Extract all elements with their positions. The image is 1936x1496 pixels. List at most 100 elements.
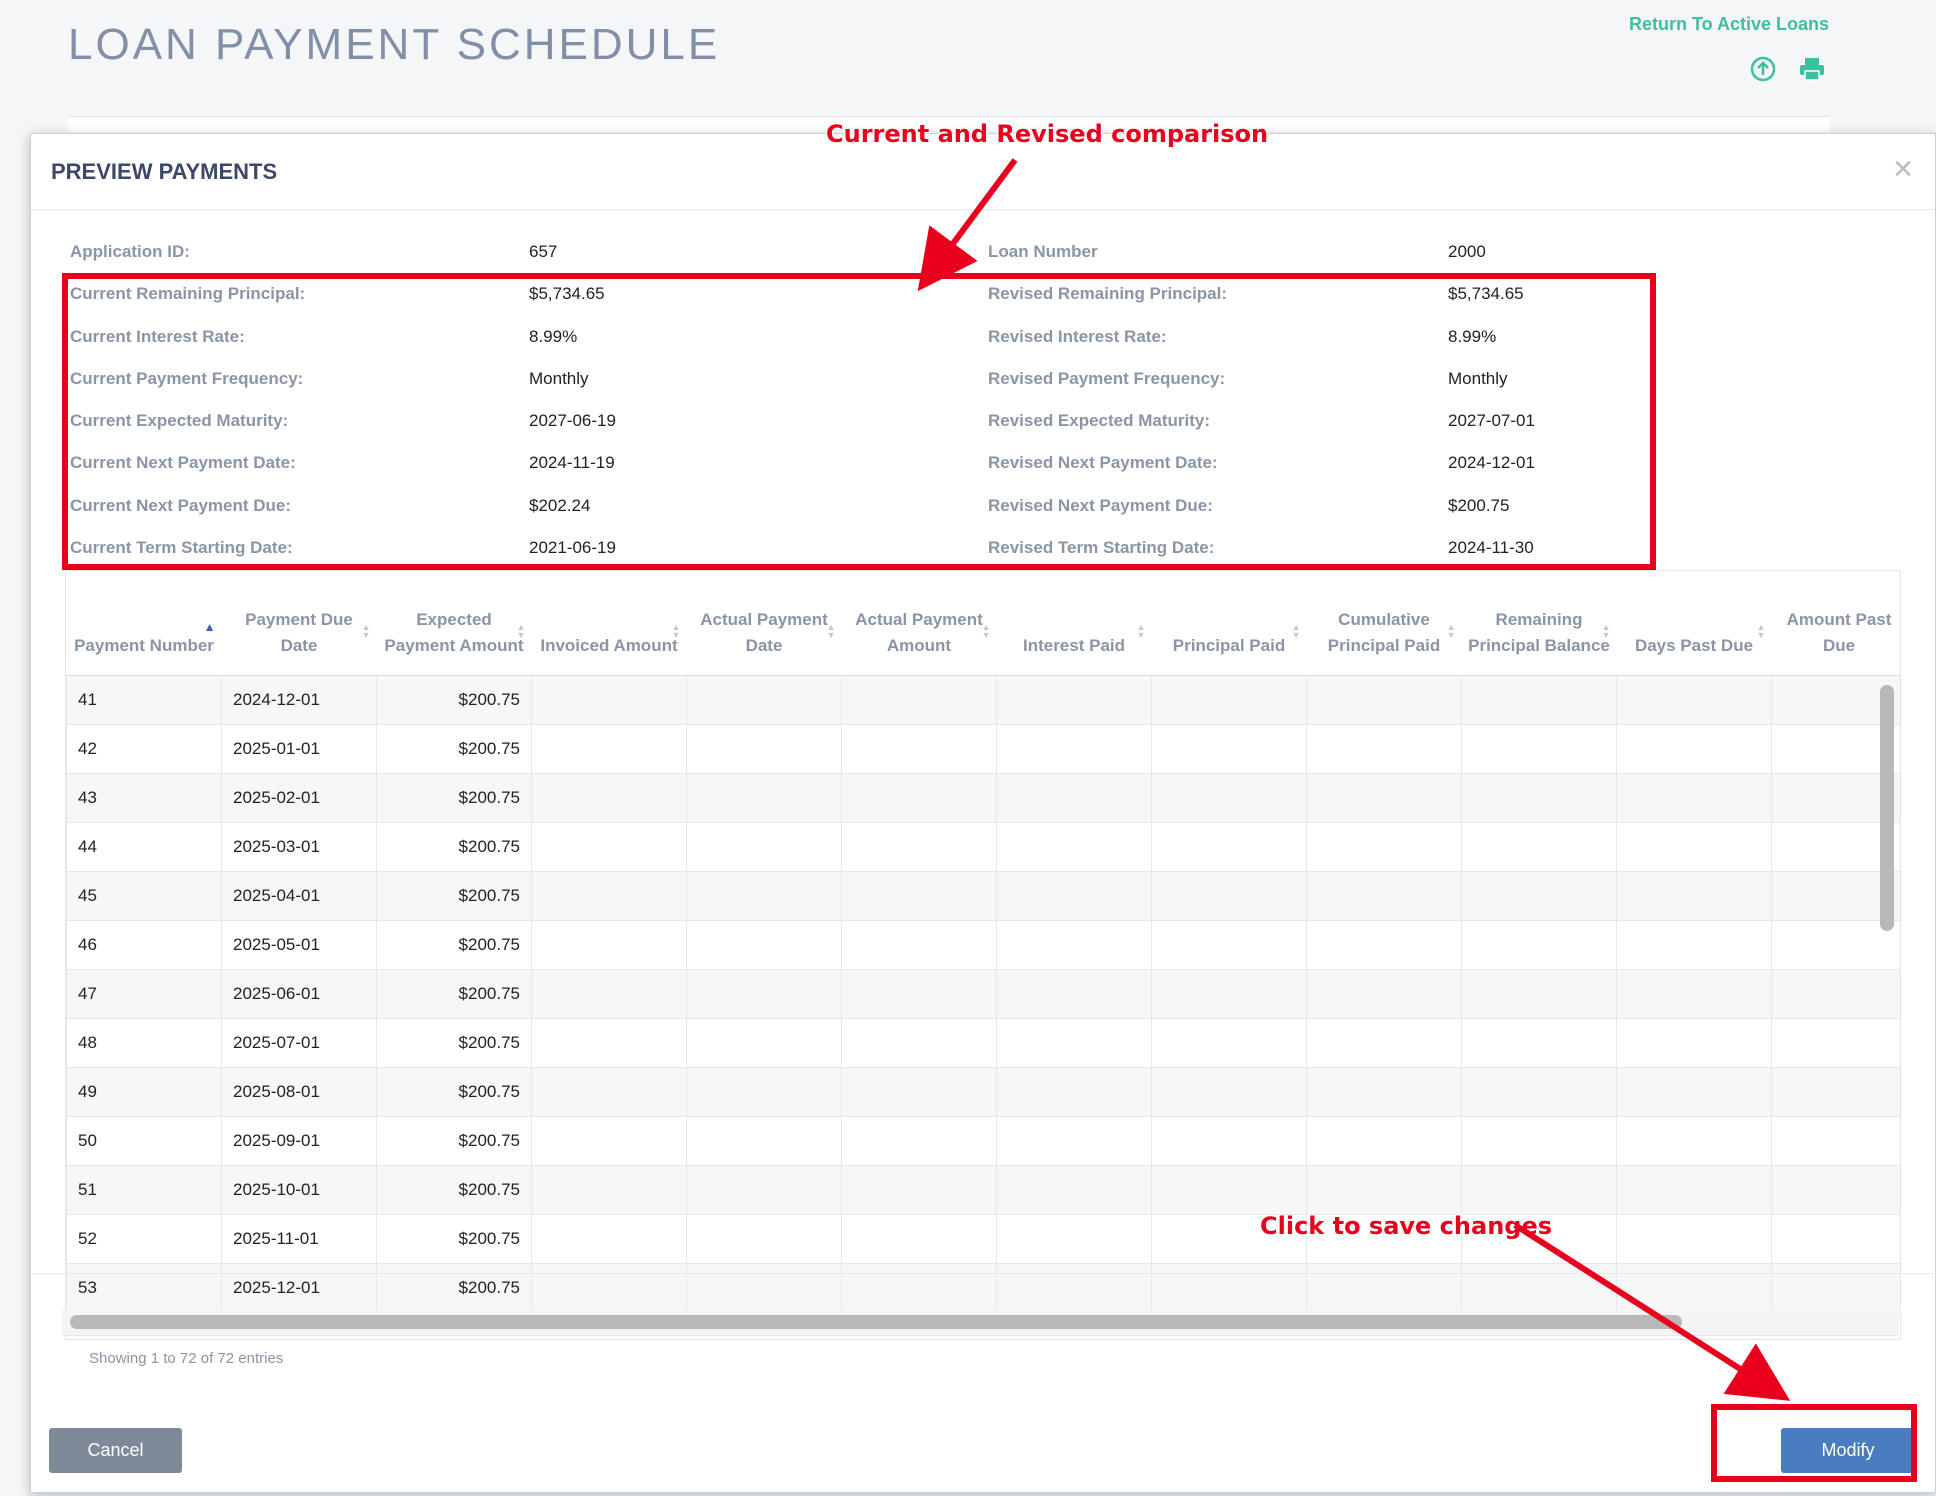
info-value: 8.99% xyxy=(1448,326,1497,346)
sort-icon: ▲▼ xyxy=(1136,622,1146,640)
table-cell xyxy=(841,772,997,823)
info-value: 2021-06-19 xyxy=(529,538,616,558)
info-label: Current Next Payment Date: xyxy=(70,453,296,473)
table-cell xyxy=(531,1066,687,1117)
table-cell xyxy=(841,1164,997,1215)
table-cell xyxy=(841,674,997,725)
column-label: Invoiced Amount xyxy=(540,635,678,655)
sort-icon: ▲▼ xyxy=(1601,622,1611,640)
table-cell: 52 xyxy=(66,1213,222,1264)
table-cell xyxy=(531,674,687,725)
table-cell: 2025-04-01 xyxy=(221,870,377,921)
col-days-past-due[interactable]: Days Past Due ▲ ▼ xyxy=(1616,571,1772,676)
table-cell xyxy=(1461,1017,1617,1068)
info-row: Current Term Starting Date: 2021-06-19 R… xyxy=(70,527,1890,569)
table-cell: 48 xyxy=(66,1017,222,1068)
table-cell xyxy=(1616,1213,1772,1264)
col-expected-payment-amount[interactable]: Expected Payment Amount ▲ ▼ xyxy=(376,571,532,676)
table-cell xyxy=(1306,1066,1462,1117)
table-cell xyxy=(1151,723,1307,774)
table-cell xyxy=(841,968,997,1019)
table-cell xyxy=(1616,1164,1772,1215)
table-cell: 49 xyxy=(66,1066,222,1117)
table-cell xyxy=(841,821,997,872)
upload-circle-icon[interactable] xyxy=(1750,56,1776,82)
cancel-button[interactable]: Cancel xyxy=(49,1428,182,1473)
printer-icon[interactable] xyxy=(1798,56,1826,82)
table-row: 45 2025-04-01 $200.75 xyxy=(66,870,1900,921)
table-cell xyxy=(1616,870,1772,921)
table-cell xyxy=(996,821,1152,872)
table-cell xyxy=(531,1164,687,1215)
col-payment-number[interactable]: Payment Number▲▼ xyxy=(66,571,222,676)
info-value: Monthly xyxy=(529,368,589,388)
table-cell xyxy=(996,772,1152,823)
col-invoiced-amount[interactable]: Invoiced Amount ▲ ▼ xyxy=(531,571,687,676)
col-actual-payment-amount[interactable]: Actual Payment Amount ▲ ▼ xyxy=(841,571,997,676)
page-title: LOAN PAYMENT SCHEDULE xyxy=(68,20,721,69)
col-remaining-principal-balance[interactable]: Remaining Principal Balance ▲ ▼ xyxy=(1461,571,1617,676)
table-cell xyxy=(1306,772,1462,823)
table-cell xyxy=(1616,1017,1772,1068)
info-label: Current Term Starting Date: xyxy=(70,538,293,558)
table-cell xyxy=(1306,821,1462,872)
table-cell xyxy=(1151,1115,1307,1166)
info-label: Current Payment Frequency: xyxy=(70,368,304,388)
table-cell xyxy=(1306,968,1462,1019)
table-cell xyxy=(531,919,687,970)
table-cell xyxy=(841,1115,997,1166)
column-label: Actual Payment Amount xyxy=(855,609,983,655)
sort-icon: ▲▼ xyxy=(1291,622,1301,640)
table-cell xyxy=(1151,1164,1307,1215)
info-row: Current Remaining Principal: $5,734.65 R… xyxy=(70,273,1890,315)
table-row: 44 2025-03-01 $200.75 xyxy=(66,821,1900,872)
table-cell: 2025-10-01 xyxy=(221,1164,377,1215)
table-cell xyxy=(531,772,687,823)
col-principal-paid[interactable]: Principal Paid ▲ ▼ xyxy=(1151,571,1307,676)
col-amount-past-due[interactable]: Amount Past Due xyxy=(1771,571,1900,676)
table-cell xyxy=(1616,723,1772,774)
annotation-label-top: Current and Revised comparison xyxy=(826,120,1269,148)
column-label: Actual Payment Date xyxy=(700,609,828,655)
col-cumulative-principal-paid[interactable]: Cumulative Principal Paid ▲ ▼ xyxy=(1306,571,1462,676)
col-interest-paid[interactable]: Interest Paid ▲ ▼ xyxy=(996,571,1152,676)
table-cell: 41 xyxy=(66,674,222,725)
sort-icon: ▲▼ xyxy=(1756,622,1766,640)
table-cell: 2025-03-01 xyxy=(221,821,377,872)
col-actual-payment-date[interactable]: Actual Payment Date ▲ ▼ xyxy=(686,571,842,676)
column-label: Interest Paid xyxy=(1022,635,1126,655)
table-cell xyxy=(686,821,842,872)
page-toolbar xyxy=(1750,56,1826,82)
table-cell xyxy=(841,870,997,921)
table-cell xyxy=(1151,968,1307,1019)
close-icon[interactable]: × xyxy=(1893,152,1913,186)
info-value: 2024-12-01 xyxy=(1448,453,1535,473)
table-row: 52 2025-11-01 $200.75 xyxy=(66,1213,1900,1264)
col-payment-due-date[interactable]: Payment Due Date ▲ ▼ xyxy=(221,571,377,676)
table-cell xyxy=(1616,968,1772,1019)
info-value: $200.75 xyxy=(1448,495,1510,515)
info-row: Current Payment Frequency: Monthly Revis… xyxy=(70,358,1890,400)
table-cell xyxy=(996,723,1152,774)
modify-button[interactable]: Modify xyxy=(1781,1428,1915,1473)
table-cell xyxy=(531,723,687,774)
info-row: Current Next Payment Due: $202.24 Revise… xyxy=(70,485,1890,527)
column-label: Expected Payment Amount xyxy=(384,609,524,655)
column-label: Cumulative Principal Paid xyxy=(1327,609,1441,655)
return-to-active-loans-link[interactable]: Return To Active Loans xyxy=(1629,14,1829,35)
table-cell xyxy=(531,968,687,1019)
table-cell xyxy=(841,919,997,970)
table-body: 41 2024-12-01 $200.75 42 2025-01-01 $200.75 43… xyxy=(66,674,1900,1313)
info-label: Revised Next Payment Due: xyxy=(988,495,1213,515)
info-row: Current Next Payment Date: 2024-11-19 Re… xyxy=(70,442,1890,484)
table-cell: 2025-02-01 xyxy=(221,772,377,823)
vertical-scrollbar[interactable] xyxy=(1880,681,1894,1335)
info-value: 2027-07-01 xyxy=(1448,411,1535,431)
info-row: Current Expected Maturity: 2027-06-19 Re… xyxy=(70,400,1890,442)
table-row: 49 2025-08-01 $200.75 xyxy=(66,1066,1900,1117)
table-cell xyxy=(1616,1115,1772,1166)
table-cell xyxy=(1306,1115,1462,1166)
info-value: 2000 xyxy=(1448,242,1486,261)
sort-icon: ▲▼ xyxy=(671,622,681,640)
table-cell xyxy=(686,772,842,823)
